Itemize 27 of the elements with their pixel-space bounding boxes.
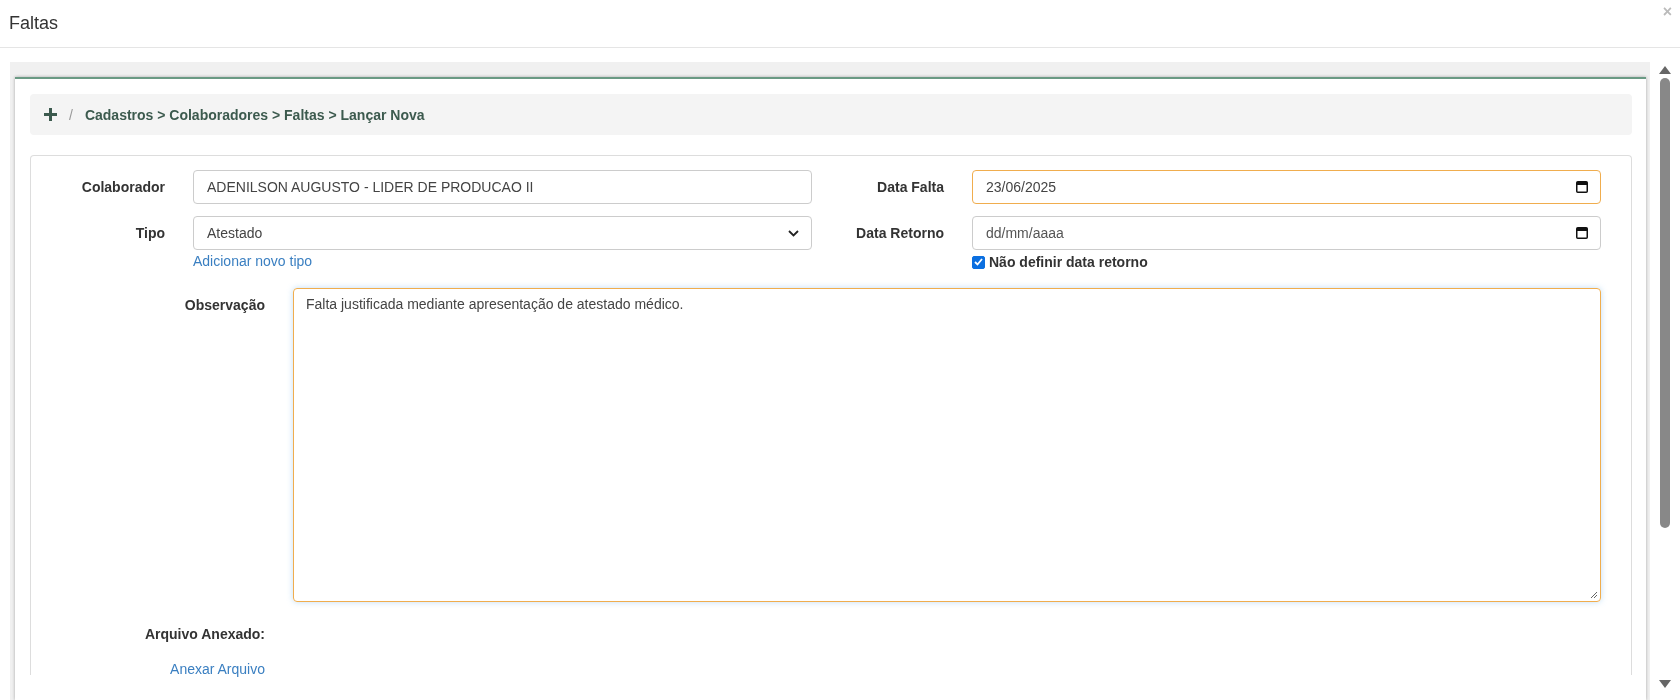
field-label: Arquivo Anexado: [143,626,266,642]
scroll-thumb[interactable] [1660,78,1670,528]
checkbox-label: Não definir data retorno [989,254,1148,270]
plus-icon [44,108,57,121]
calendar-icon[interactable] [1576,226,1588,239]
textarea-text: Falta justificada mediante apresentação de atestado médico. [306,296,684,312]
resize-grip-icon[interactable] [1590,591,1598,599]
field-label: Data Retorno [855,224,945,241]
window-title: Faltas [9,13,59,34]
checkbox[interactable] [972,255,985,269]
calendar-icon[interactable] [1576,180,1588,193]
field-label: Observação [183,296,266,315]
field-label: Data Falta [876,178,945,195]
scroll-down-icon[interactable] [1659,680,1671,688]
date-field[interactable]: dd/mm/aaaa [972,216,1601,250]
field-label: Tipo [134,224,166,241]
chevron-down-icon [788,229,799,237]
tipo-select[interactable]: Atestado [193,216,812,250]
attach-file-link[interactable]: Anexar Arquivo [170,661,265,677]
breadcrumb-separator: / [69,106,73,123]
field-label: Colaborador [80,178,166,195]
observacao-textarea[interactable]: Falta justificada mediante apresentação de atestado médico. [293,288,1601,602]
breadcrumb-path: Cadastros > Colaboradores > Faltas > Lançar Nova [84,106,425,123]
date-field[interactable]: 23/06/2025 [972,170,1601,204]
add-type-link[interactable]: Adicionar novo tipo [193,253,313,269]
scroll-up-icon[interactable] [1659,66,1671,74]
colaborador-field[interactable]: ADENILSON AUGUSTO - LIDER DE PRODUCAO II [193,170,812,204]
